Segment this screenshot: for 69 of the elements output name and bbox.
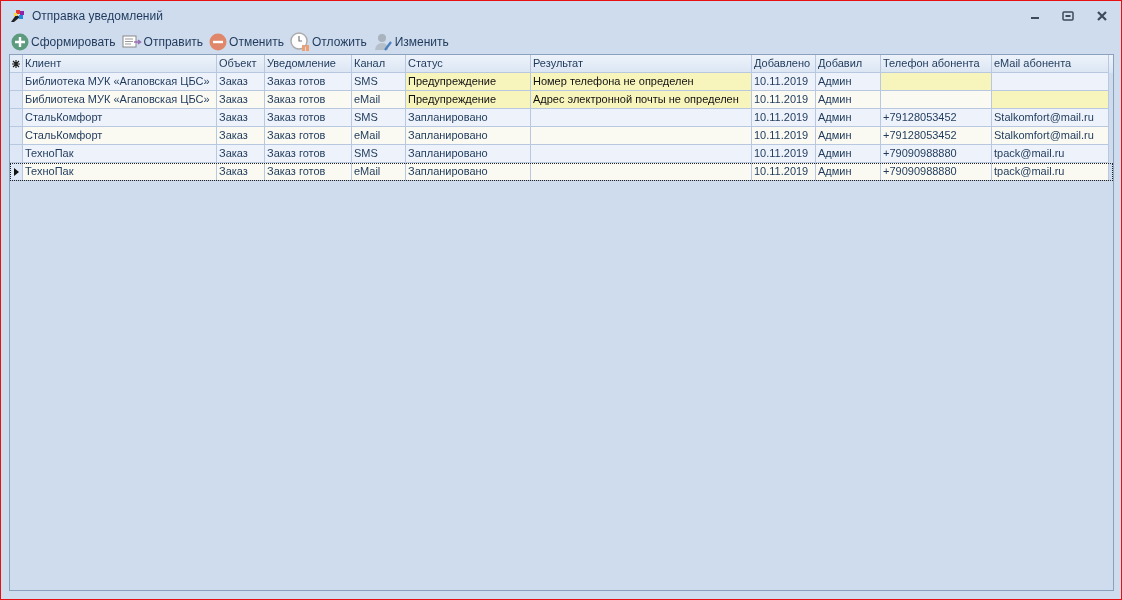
table-cell: Предупреждение [406,91,531,109]
toolbar-button[interactable]: Отправить [119,31,206,53]
table-cell: Заказ [217,109,265,127]
table-cell: Заказ [217,73,265,91]
new-row-icon [12,59,20,68]
table-cell: Библиотека МУК «Агаповская ЦБС» [23,73,217,91]
window-title: Отправка уведомлений [32,9,163,23]
table-cell: +79090988880 [881,145,992,163]
table-cell: Заказ [217,145,265,163]
table-cell: Админ [816,163,881,181]
send-message-icon [121,35,142,49]
table-cell: Заказ готов [265,109,352,127]
table-cell: 10.11.2019 [752,73,816,91]
table-cell: eMail [352,91,406,109]
table-cell: 10.11.2019 [752,109,816,127]
table-cell: Номер телефона не определен [531,73,752,91]
table-cell: Запланировано [406,145,531,163]
plus-icon [11,33,29,51]
table-cell: СтальКомфорт [23,127,217,145]
table-cell: SMS [352,73,406,91]
table-cell: 10.11.2019 [752,145,816,163]
app-icon [10,9,26,23]
table-cell: Админ [816,91,881,109]
toolbar-button[interactable]: Изменить [370,31,451,53]
table-cell: Админ [816,127,881,145]
table-cell: Заказ готов [265,163,352,181]
table-cell: tpack@mail.ru [992,145,1109,163]
table-cell: eMail [352,127,406,145]
current-row-icon [13,167,19,176]
table-cell: Адрес электронной почты не определен [531,91,752,109]
table-cell: Библиотека МУК «Агаповская ЦБС» [23,91,217,109]
table-cell: ТехноПак [23,163,217,181]
table-cell: Заказ [217,163,265,181]
table-cell: Заказ [217,91,265,109]
table-cell: ТехноПак [23,145,217,163]
table-cell: SMS [352,109,406,127]
table-cell: Админ [816,73,881,91]
table-cell: Запланировано [406,109,531,127]
toolbar-button[interactable]: Отменить [207,31,286,53]
restore-icon[interactable] [1062,11,1074,21]
table-cell: Заказ [217,127,265,145]
table-cell: 10.11.2019 [752,91,816,109]
table-cell: Stalkomfort@mail.ru [992,127,1109,145]
row-selector[interactable] [10,163,23,181]
table-cell: 10.11.2019 [752,163,816,181]
table-cell: Заказ готов [265,145,352,163]
table-cell: Stalkomfort@mail.ru [992,109,1109,127]
table-cell: +79090988880 [881,163,992,181]
table-cell: eMail [352,163,406,181]
close-icon[interactable] [1096,11,1108,21]
toolbar-button[interactable]: Отложить [287,31,369,53]
table-cell: Предупреждение [406,73,531,91]
table-cell: +79128053452 [881,127,992,145]
clock-icon [289,32,310,52]
user-edit-icon [372,32,393,52]
table-cell: tpack@mail.ru [992,163,1109,181]
table-cell: СтальКомфорт [23,109,217,127]
table-cell: Админ [816,109,881,127]
table-cell: Запланировано [406,127,531,145]
table-cell: Админ [816,145,881,163]
table-cell: Заказ готов [265,91,352,109]
minus-icon [209,33,228,51]
table-cell: +79128053452 [881,109,992,127]
table-cell: Заказ готов [265,73,352,91]
table-cell: Заказ готов [265,127,352,145]
table-cell: SMS [352,145,406,163]
toolbar-button[interactable]: Сформировать [9,31,118,53]
table-cell: Запланировано [406,163,531,181]
table-cell: 10.11.2019 [752,127,816,145]
